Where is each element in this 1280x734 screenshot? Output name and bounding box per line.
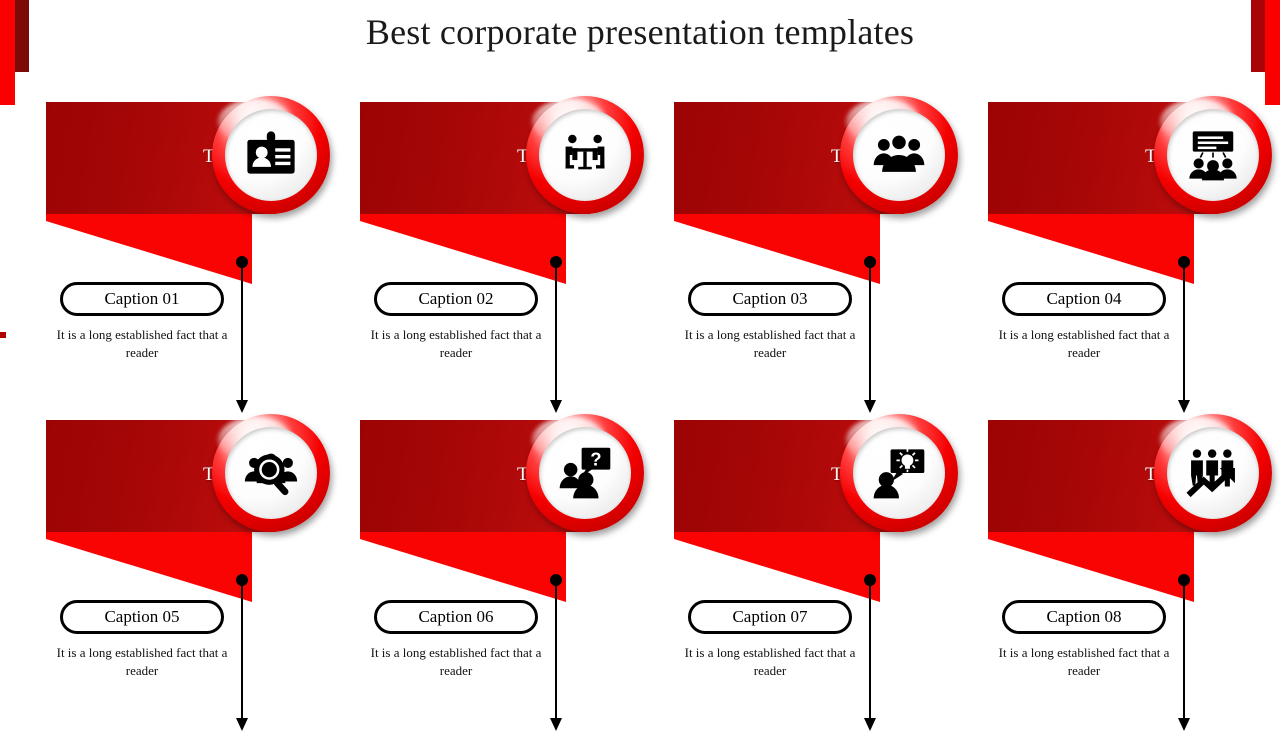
card-caption-pill[interactable]: Caption 07 (688, 600, 852, 634)
presentation-audience-icon (1186, 128, 1240, 182)
card-badge-circle[interactable] (1154, 414, 1272, 532)
card-badge-circle[interactable] (840, 414, 958, 532)
card-badge-circle[interactable] (212, 414, 330, 532)
connector-arrowhead (236, 400, 248, 413)
info-card[interactable]: Title 07Caption 07It is a long establish… (666, 414, 980, 732)
card-caption-pill[interactable]: Caption 05 (60, 600, 224, 634)
card-wedge-shape (674, 532, 880, 602)
card-wedge-shape (360, 532, 566, 602)
connector-line (241, 582, 243, 722)
card-badge-circle[interactable] (526, 414, 644, 532)
card-wedge-shape (360, 214, 566, 284)
connector-arrowhead (864, 400, 876, 413)
card-badge-inner-disc (539, 109, 631, 201)
card-caption-pill[interactable]: Caption 02 (374, 282, 538, 316)
card-caption-pill[interactable]: Caption 01 (60, 282, 224, 316)
info-card[interactable]: Title 08Caption 08It is a long establish… (980, 414, 1280, 732)
card-wedge-shape (46, 214, 252, 284)
connector-line (555, 582, 557, 722)
card-body-text: It is a long established fact that a rea… (370, 645, 542, 678)
card-body-text: It is a long established fact that a rea… (684, 645, 856, 678)
card-badge-inner-disc (1167, 109, 1259, 201)
card-body-text: It is a long established fact that a rea… (56, 327, 228, 360)
card-body-text: It is a long established fact that a rea… (998, 327, 1170, 360)
card-badge-circle[interactable] (1154, 96, 1272, 214)
card-badge-inner-disc (225, 427, 317, 519)
page-title: Best corporate presentation templates (365, 12, 915, 52)
card-wedge-shape (674, 214, 880, 284)
card-badge-circle[interactable] (840, 96, 958, 214)
connector-line (555, 264, 557, 404)
card-caption-pill[interactable]: Caption 04 (1002, 282, 1166, 316)
card-body-text: It is a long established fact that a rea… (998, 645, 1170, 678)
card-badge-circle[interactable] (526, 96, 644, 214)
card-body-text: It is a long established fact that a rea… (56, 645, 228, 678)
card-badge-inner-disc (1167, 427, 1259, 519)
connector-line (869, 264, 871, 404)
connector-line (241, 264, 243, 404)
connector-line (1183, 264, 1185, 404)
card-caption-pill[interactable]: Caption 03 (688, 282, 852, 316)
people-search-icon (244, 446, 298, 500)
card-wedge-shape (988, 214, 1194, 284)
info-card[interactable]: Title 06Caption 06It is a long establish… (352, 414, 666, 732)
card-body-text: It is a long established fact that a rea… (684, 327, 856, 360)
idea-bulb-person-icon (872, 446, 926, 500)
question-bubble-people-icon (558, 446, 612, 500)
card-badge-inner-disc (853, 427, 945, 519)
connector-line (1183, 582, 1185, 722)
card-caption-pill[interactable]: Caption 06 (374, 600, 538, 634)
card-grid: Title 01Caption 01It is a long establish… (0, 96, 1280, 732)
card-caption-pill[interactable]: Caption 08 (1002, 600, 1166, 634)
card-body-text: It is a long established fact that a rea… (370, 327, 542, 360)
card-wedge-shape (988, 532, 1194, 602)
id-badge-icon (244, 128, 298, 182)
meeting-table-icon (558, 128, 612, 182)
connector-arrowhead (1178, 400, 1190, 413)
info-card[interactable]: Title 02Caption 02It is a long establish… (352, 96, 666, 414)
card-wedge-shape (46, 532, 252, 602)
info-card[interactable]: Title 01Caption 01It is a long establish… (38, 96, 352, 414)
people-group-icon (872, 128, 926, 182)
connector-line (869, 582, 871, 722)
connector-arrowhead (550, 400, 562, 413)
info-card[interactable]: Title 04Caption 04It is a long establish… (980, 96, 1280, 414)
card-badge-inner-disc (225, 109, 317, 201)
card-row-top: Title 01Caption 01It is a long establish… (0, 96, 1280, 414)
card-badge-circle[interactable] (212, 96, 330, 214)
info-card[interactable]: Title 05Caption 05It is a long establish… (38, 414, 352, 732)
card-row-bottom: Title 05Caption 05It is a long establish… (0, 414, 1280, 732)
card-badge-inner-disc (853, 109, 945, 201)
info-card[interactable]: Title 03Caption 03It is a long establish… (666, 96, 980, 414)
people-growth-arrow-icon (1186, 446, 1240, 500)
card-badge-inner-disc (539, 427, 631, 519)
